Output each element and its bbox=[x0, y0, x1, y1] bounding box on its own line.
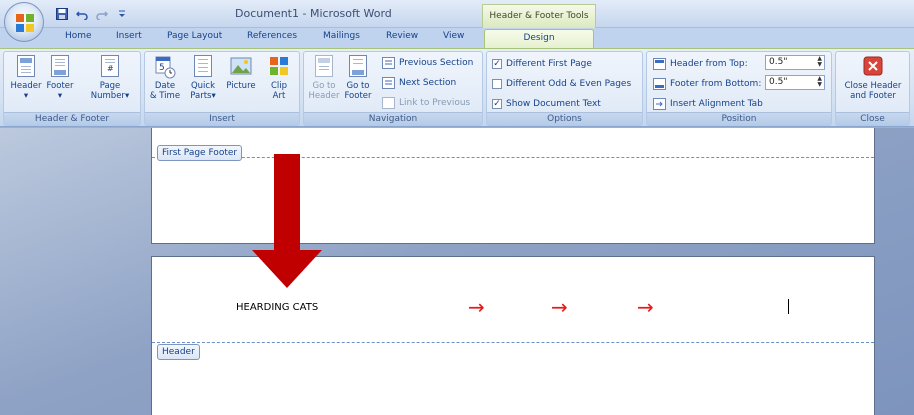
footer-position-icon bbox=[653, 77, 666, 90]
ribbon: Header ▾ Footer ▾ # Page Number▾ Header & F… bbox=[0, 48, 914, 127]
clip-art-button[interactable]: Clip Art bbox=[261, 55, 297, 110]
title-bar: Document1 - Microsoft Word Header & Foot… bbox=[0, 0, 914, 28]
alignment-tab-icon bbox=[653, 97, 666, 110]
group-navigation: Go to Header Go to Footer Previous Section… bbox=[303, 51, 483, 126]
header-boundary-line bbox=[152, 342, 874, 343]
page-number-icon: # bbox=[101, 55, 119, 77]
office-logo-icon bbox=[16, 14, 34, 32]
window-title: Document1 - Microsoft Word bbox=[235, 7, 392, 20]
header-footer-tools-context: Header & Footer Tools bbox=[482, 4, 596, 28]
link-to-previous-icon bbox=[382, 96, 395, 109]
tab-references[interactable]: References bbox=[247, 31, 297, 41]
down-arrow-annotation-icon bbox=[252, 154, 322, 288]
tab-design[interactable]: Design bbox=[484, 29, 594, 48]
previous-section-button[interactable]: Previous Section bbox=[382, 55, 473, 70]
link-to-previous-button[interactable]: Link to Previous bbox=[382, 95, 470, 110]
different-first-page-checkbox[interactable]: ✓ bbox=[492, 58, 502, 69]
header-from-top-label: Header from Top: bbox=[653, 56, 748, 71]
date-time-button[interactable]: 5 Date & Time bbox=[147, 55, 183, 110]
tab-home[interactable]: Home bbox=[65, 31, 92, 41]
office-button[interactable] bbox=[4, 2, 44, 42]
close-icon bbox=[862, 55, 884, 79]
header-icon bbox=[17, 55, 35, 77]
group-header-footer: Header ▾ Footer ▾ # Page Number▾ Header & F… bbox=[3, 51, 141, 126]
group-label-position: Position bbox=[647, 112, 831, 125]
show-document-text-checkbox[interactable]: ✓ bbox=[492, 98, 502, 109]
group-label-options: Options bbox=[487, 112, 642, 125]
spinner-arrows-icon[interactable]: ▲ ▼ bbox=[817, 76, 822, 88]
different-odd-even-checkbox[interactable] bbox=[492, 78, 502, 89]
clip-art-icon bbox=[268, 55, 290, 79]
insert-alignment-tab-button[interactable]: Insert Alignment Tab bbox=[653, 96, 763, 111]
go-to-header-button[interactable]: Go to Header bbox=[306, 55, 342, 110]
different-odd-even-option[interactable]: Different Odd & Even Pages bbox=[492, 76, 631, 91]
footer-from-bottom-label: Footer from Bottom: bbox=[653, 76, 761, 91]
undo-icon[interactable] bbox=[75, 7, 89, 21]
next-section-icon bbox=[382, 76, 395, 89]
redo-icon[interactable] bbox=[95, 7, 109, 21]
group-label-insert: Insert bbox=[145, 112, 299, 125]
next-section-button[interactable]: Next Section bbox=[382, 75, 456, 90]
header-from-top-input[interactable]: 0.5" ▲ ▼ bbox=[765, 55, 825, 70]
go-to-header-icon bbox=[315, 55, 333, 77]
customize-icon[interactable] bbox=[115, 7, 129, 21]
show-document-text-option[interactable]: ✓ Show Document Text bbox=[492, 96, 601, 111]
go-to-footer-button[interactable]: Go to Footer bbox=[340, 55, 376, 110]
tab-arrow-1: → bbox=[468, 295, 485, 319]
header-label: Header bbox=[157, 344, 200, 360]
tab-arrow-2: → bbox=[551, 295, 568, 319]
previous-section-icon bbox=[382, 56, 395, 69]
tab-page-layout[interactable]: Page Layout bbox=[167, 31, 222, 41]
picture-icon bbox=[230, 55, 252, 79]
footer-button[interactable]: Footer ▾ bbox=[42, 55, 78, 110]
page-number-button[interactable]: # Page Number▾ bbox=[86, 55, 134, 110]
footer-from-bottom-input[interactable]: 0.5" ▲ ▼ bbox=[765, 75, 825, 90]
tab-mailings[interactable]: Mailings bbox=[323, 31, 360, 41]
header-button[interactable]: Header ▾ bbox=[8, 55, 44, 110]
group-close: Close Header and Footer Close bbox=[835, 51, 910, 126]
group-label-close: Close bbox=[836, 112, 909, 125]
svg-text:5: 5 bbox=[159, 63, 165, 73]
group-label-navigation: Navigation bbox=[304, 112, 482, 125]
tab-view[interactable]: View bbox=[443, 31, 464, 41]
quick-parts-icon bbox=[194, 55, 212, 77]
quick-parts-button[interactable]: Quick Parts▾ bbox=[185, 55, 221, 110]
tab-review[interactable]: Review bbox=[386, 31, 418, 41]
footer-icon bbox=[51, 55, 69, 77]
group-label-header-footer: Header & Footer bbox=[4, 112, 140, 125]
group-position: Header from Top: 0.5" ▲ ▼ Footer from Bot… bbox=[646, 51, 832, 126]
header-text[interactable]: HEARDING CATS bbox=[236, 302, 318, 313]
header-position-icon bbox=[653, 57, 666, 70]
close-header-footer-button[interactable]: Close Header and Footer bbox=[840, 55, 906, 110]
save-icon[interactable] bbox=[55, 7, 69, 21]
ribbon-tab-row: Home Insert Page Layout References Maili… bbox=[0, 28, 914, 48]
different-first-page-option[interactable]: ✓ Different First Page bbox=[492, 56, 592, 71]
first-page-footer-label: First Page Footer bbox=[157, 145, 243, 161]
go-to-footer-icon bbox=[349, 55, 367, 77]
calendar-icon: 5 bbox=[154, 55, 176, 79]
quick-access-toolbar bbox=[55, 5, 129, 23]
text-cursor bbox=[788, 299, 789, 314]
tab-arrow-3: → bbox=[637, 295, 654, 319]
group-options: ✓ Different First Page Different Odd & E… bbox=[486, 51, 643, 126]
tab-insert[interactable]: Insert bbox=[116, 31, 142, 41]
picture-button[interactable]: Picture bbox=[223, 55, 259, 110]
spinner-arrows-icon[interactable]: ▲ ▼ bbox=[817, 56, 822, 68]
group-insert: 5 Date & Time Quick Parts▾ Picture Clip Art… bbox=[144, 51, 300, 126]
